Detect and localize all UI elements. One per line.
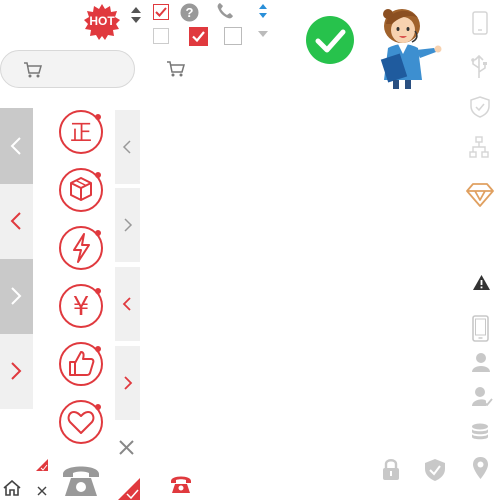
corner-check-icon: [36, 459, 48, 471]
diamond-icon[interactable]: [465, 182, 495, 208]
prev-arrow-tile-small[interactable]: [115, 110, 140, 184]
next-arrow-tile-small-red[interactable]: [115, 346, 140, 420]
dropdown-icon[interactable]: [258, 31, 268, 37]
home-icon[interactable]: [3, 480, 21, 496]
next-arrow-tile[interactable]: [0, 259, 33, 334]
telephone-icon[interactable]: [61, 462, 101, 498]
hot-label: HOT: [89, 14, 115, 28]
chevron-right-icon: [11, 362, 22, 380]
checkbox-empty-icon[interactable]: [224, 27, 242, 45]
chevron-left-icon: [10, 137, 21, 155]
chevron-right-icon: [124, 218, 133, 232]
package-service-icon[interactable]: [57, 166, 103, 212]
help-icon[interactable]: ?: [180, 3, 199, 22]
good-review-icon[interactable]: [57, 340, 103, 386]
chevron-left-icon: [10, 212, 21, 230]
svg-text:¥: ¥: [73, 292, 90, 322]
success-check-icon: [306, 16, 354, 64]
phone-icon[interactable]: [216, 2, 234, 20]
sort-blue-icon[interactable]: [258, 3, 268, 19]
thumbs-up-icon: [59, 342, 103, 386]
cart-icon[interactable]: [166, 60, 186, 78]
hot-badge: HOT: [84, 4, 120, 40]
next-arrow-tile-small[interactable]: [115, 188, 140, 262]
chevron-left-icon: [122, 297, 131, 311]
prev-arrow-tile-red[interactable]: [0, 184, 33, 259]
svg-text:正: 正: [70, 121, 92, 146]
search-bar[interactable]: [0, 50, 135, 88]
favorite-icon[interactable]: [57, 398, 103, 444]
chevron-right-icon: [124, 376, 133, 390]
close-icon[interactable]: [119, 440, 134, 455]
chevron-left-icon: [122, 140, 131, 154]
chevron-right-icon: [11, 287, 22, 305]
lightning-icon: [59, 226, 103, 270]
red-telephone-icon[interactable]: [170, 474, 192, 494]
phone-device-icon[interactable]: [472, 11, 488, 35]
sort-arrows-icon[interactable]: [130, 6, 142, 24]
svg-text:?: ?: [186, 5, 194, 20]
zheng-genuine-icon: 正: [59, 110, 103, 154]
lock-icon[interactable]: [381, 458, 401, 480]
checkbox-checked-icon[interactable]: [153, 4, 169, 20]
database-icon[interactable]: [471, 423, 489, 443]
package-cube-icon: [59, 168, 103, 212]
yen-icon: ¥: [59, 284, 103, 328]
customer-service-avatar: [380, 9, 442, 89]
checkbox-unchecked-icon[interactable]: [153, 28, 169, 44]
fast-delivery-icon[interactable]: [57, 224, 103, 270]
user-verified-icon[interactable]: [471, 386, 493, 406]
price-icon[interactable]: ¥: [57, 282, 103, 328]
warning-icon: [473, 275, 490, 290]
shield-check-icon[interactable]: [469, 96, 491, 118]
prev-arrow-tile[interactable]: [0, 108, 33, 184]
prev-arrow-tile-small-red[interactable]: [115, 267, 140, 341]
mobile-icon[interactable]: [472, 315, 489, 342]
corner-check-icon: [118, 478, 140, 500]
network-icon[interactable]: [469, 136, 489, 158]
cart-icon: [24, 62, 42, 78]
shield-icon[interactable]: [424, 458, 446, 482]
location-icon[interactable]: [472, 456, 489, 480]
heart-icon: [59, 400, 103, 444]
genuine-guarantee-icon[interactable]: 正: [57, 108, 103, 154]
user-icon[interactable]: [471, 352, 491, 372]
next-arrow-tile-red[interactable]: [0, 334, 33, 409]
usb-icon[interactable]: [470, 53, 488, 79]
checkbox-red-checked-icon[interactable]: [189, 27, 208, 46]
close-small-icon[interactable]: [37, 486, 47, 496]
